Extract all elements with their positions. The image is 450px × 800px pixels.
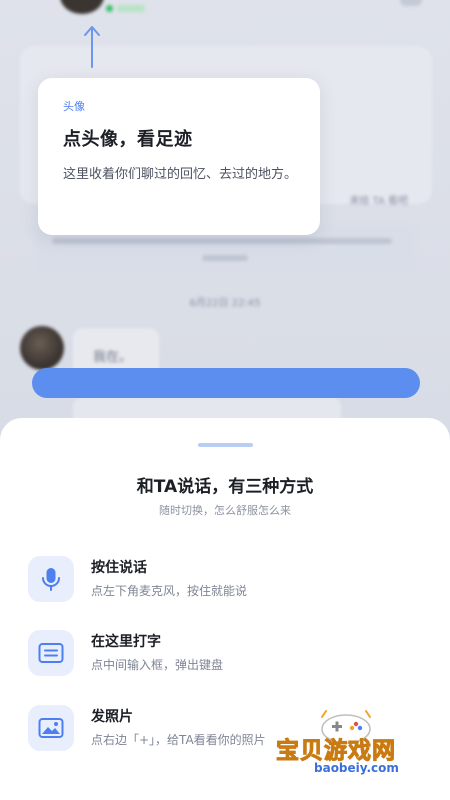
online-status-label — [117, 5, 145, 12]
option-voice[interactable]: 按住说话 点左下角麦克风，按住就能说 — [28, 556, 428, 606]
contact-avatar[interactable] — [60, 0, 104, 14]
option-description: 点左下角麦克风，按住就能说 — [91, 584, 248, 598]
watermark-text: 宝贝游戏网 — [276, 738, 396, 765]
watermark-logo: 宝贝游戏网 baobeiy.com — [276, 707, 426, 789]
sheet-title: 和TA说话，有三种方式 — [136, 477, 314, 497]
sender-avatar[interactable] — [20, 326, 64, 370]
tooltip-tag: 头像 — [63, 100, 85, 113]
option-description: 点中间输入框，弹出键盘 — [91, 658, 224, 672]
option-typing[interactable]: 在这里打字 点中间输入框，弹出键盘 — [28, 630, 428, 680]
microphone-icon — [28, 556, 74, 602]
online-status-dot — [106, 5, 113, 12]
watermark-url: baobeiy.com — [314, 761, 399, 775]
tooltip-title: 点头像，看足迹 — [63, 129, 193, 150]
tooltip-description: 这里收着你们聊过的回忆、去过的地方。 — [63, 167, 298, 182]
keyboard-icon — [28, 630, 74, 676]
notice-line — [52, 238, 392, 244]
message-text: 我在。 — [93, 350, 133, 365]
header-menu-button[interactable] — [400, 0, 422, 6]
sheet-subtitle: 随时切换，怎么舒服怎么来 — [159, 504, 291, 517]
option-title: 发照片 — [91, 709, 133, 725]
option-title: 按住说话 — [91, 560, 147, 576]
memory-card-text: 来给 TA 看吧 — [349, 196, 408, 207]
avatar-tooltip: 头像 点头像，看足迹 这里收着你们聊过的回忆、去过的地方。 — [38, 78, 320, 235]
notice-line — [202, 255, 248, 261]
confirm-button[interactable] — [32, 368, 420, 398]
option-description: 点右边「+」，给TA看看你的照片 — [91, 733, 266, 747]
photo-icon — [28, 705, 74, 751]
message-timestamp: 6月22日 22:45 — [189, 298, 261, 309]
option-title: 在这里打字 — [91, 634, 161, 650]
arrow-up-icon — [84, 26, 100, 68]
sheet-drag-handle[interactable] — [198, 443, 253, 447]
